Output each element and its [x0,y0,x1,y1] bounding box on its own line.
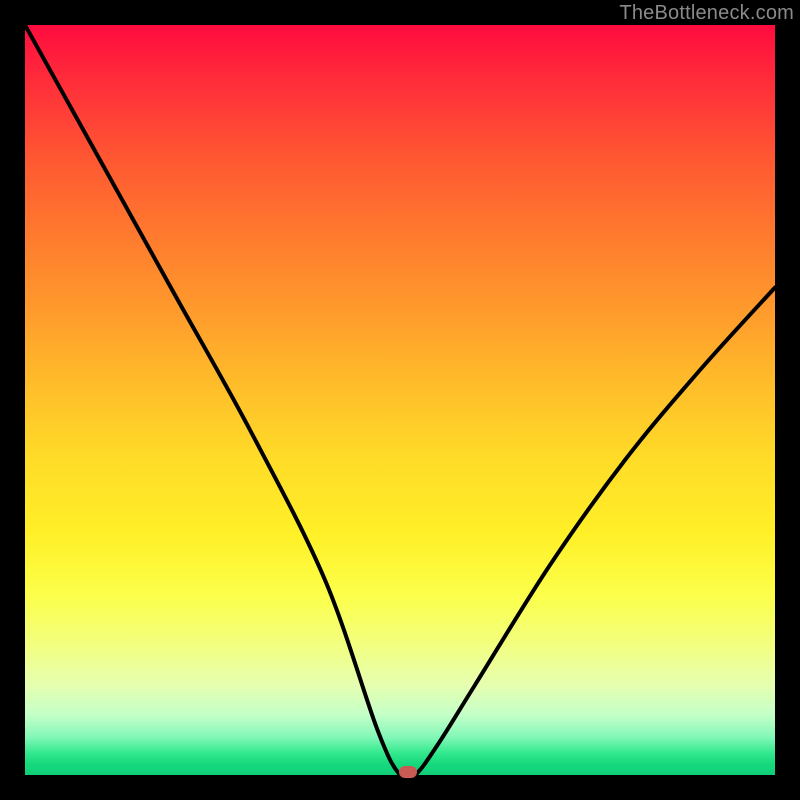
plot-area [25,25,775,775]
watermark-text: TheBottleneck.com [619,2,794,25]
bottleneck-curve [25,25,775,775]
chart-frame: TheBottleneck.com [0,0,800,800]
optimum-marker [399,766,417,778]
